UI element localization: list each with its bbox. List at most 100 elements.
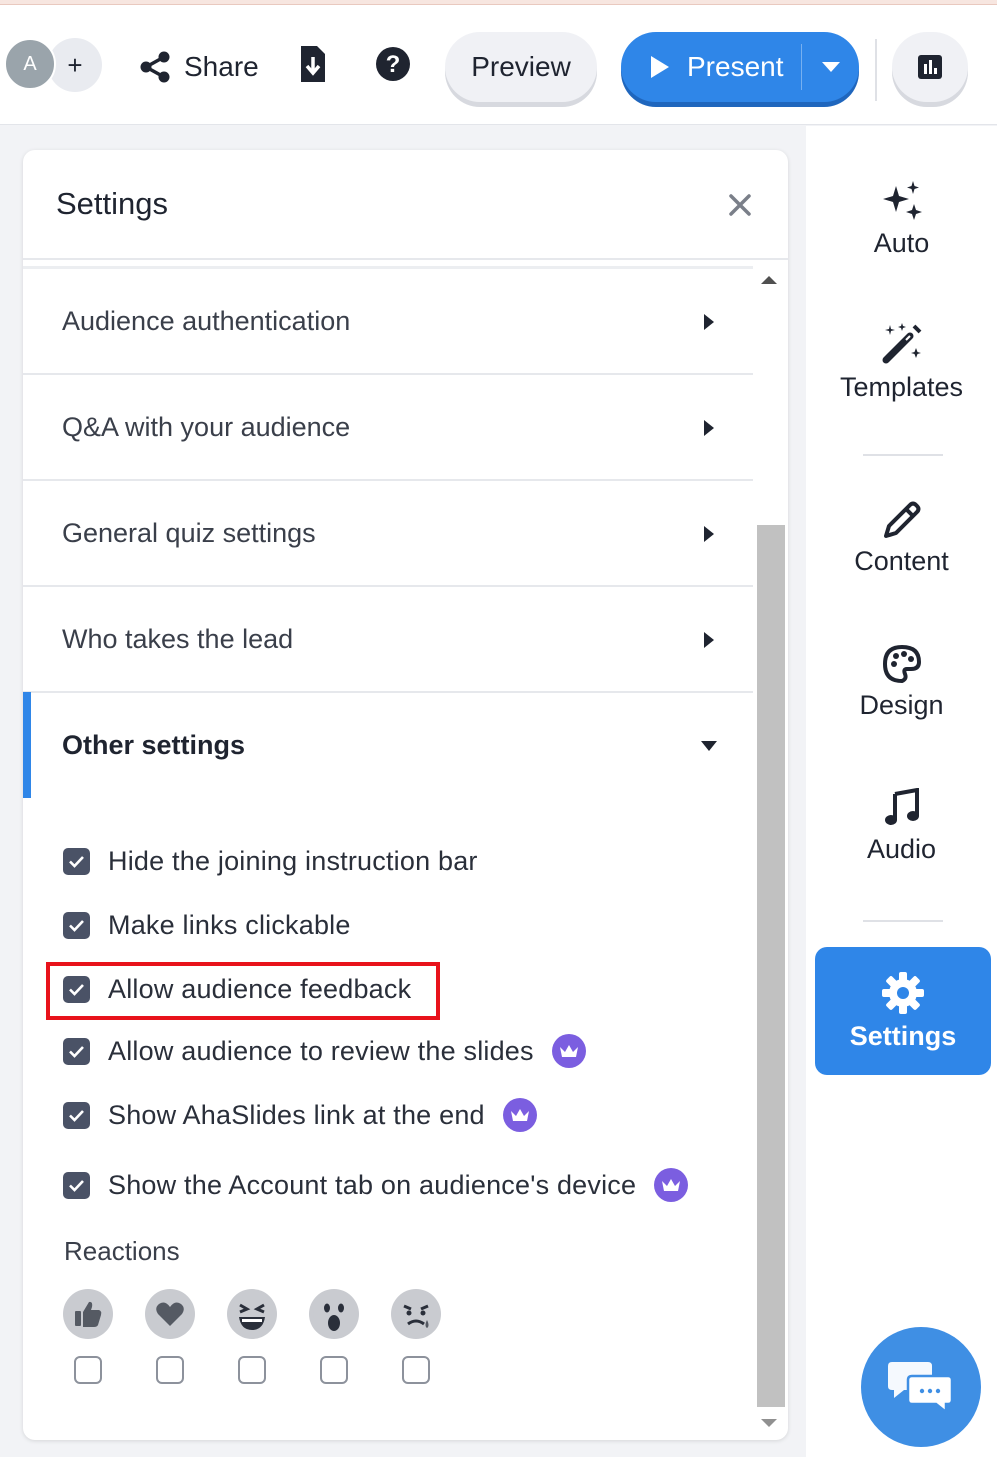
sidebar-divider (863, 920, 943, 922)
thumbs-up-icon (63, 1289, 113, 1339)
check-icon (69, 1179, 84, 1192)
palette-icon (882, 644, 921, 684)
sidebar-item-label: Content (854, 546, 949, 576)
live-chat-button[interactable] (861, 1327, 981, 1447)
option-label: Hide the joining instruction bar (108, 845, 478, 876)
chat-icon (888, 1362, 954, 1415)
caret-down-icon (821, 62, 840, 72)
add-collaborator-button[interactable]: + (48, 38, 102, 92)
option-checkbox[interactable] (63, 1171, 90, 1199)
caret-right-icon (704, 420, 714, 436)
option-show-ahaslides-link: Show AhaSlides link at the end (63, 1095, 537, 1135)
sidebar-item-auto[interactable]: Auto (806, 180, 997, 259)
section-label: Other settings (62, 729, 246, 760)
magic-wand-icon (882, 323, 921, 364)
present-button-group: Present (621, 32, 859, 102)
sidebar-item-label: Settings (849, 1020, 957, 1051)
check-icon (69, 1109, 84, 1122)
reaction-checkbox-heart[interactable] (156, 1356, 184, 1384)
close-icon (729, 194, 751, 216)
section-qa-with-audience[interactable]: Q&A with your audience (23, 375, 753, 481)
premium-crown-icon (551, 1034, 586, 1068)
bar-chart-icon (918, 55, 942, 79)
reaction-checkbox-thumbs-up[interactable] (74, 1356, 102, 1384)
section-general-quiz-settings[interactable]: General quiz settings (23, 481, 753, 587)
sidebar-item-settings[interactable]: Settings (815, 947, 991, 1075)
section-label: Audience authentication (62, 305, 351, 336)
option-show-account-tab: Show the Account tab on audience's devic… (63, 1165, 689, 1205)
sidebar-item-audio[interactable]: Audio (806, 788, 997, 865)
present-button[interactable]: Present (621, 32, 801, 102)
music-note-icon (884, 788, 919, 825)
avatar-initial: A (23, 52, 37, 75)
sidebar-divider (863, 454, 943, 456)
option-label: Allow audience to review the slides (108, 1035, 534, 1066)
help-button[interactable]: ? (375, 46, 411, 82)
sidebar-item-label: Auto (873, 228, 930, 258)
reaction-checkbox-surprised[interactable] (320, 1356, 348, 1384)
option-allow-review-slides: Allow audience to review the slides (63, 1031, 586, 1071)
caret-right-icon (704, 314, 714, 330)
play-icon (651, 56, 669, 78)
sidebar-item-content[interactable]: Content (806, 500, 997, 577)
help-icon: ? (376, 47, 410, 81)
caret-right-icon (704, 526, 714, 542)
section-audience-authentication[interactable]: Audience authentication (23, 269, 753, 375)
sidebar-item-label: Design (859, 690, 944, 720)
check-icon (69, 919, 84, 932)
option-checkbox[interactable] (63, 911, 90, 939)
user-avatar[interactable]: A (4, 38, 56, 90)
share-button[interactable]: Share (138, 45, 259, 89)
check-icon (69, 1045, 84, 1058)
scroll-down-button[interactable] (760, 1415, 778, 1433)
reactions-heading: Reactions (64, 1236, 180, 1266)
close-settings-button[interactable] (725, 190, 755, 220)
download-file-icon (301, 46, 325, 82)
option-label: Show AhaSlides link at the end (108, 1099, 485, 1130)
option-label: Show the Account tab on audience's devic… (108, 1169, 637, 1200)
present-dropdown-button[interactable] (802, 32, 859, 102)
settings-title: Settings (56, 186, 169, 221)
laughing-face-icon (227, 1289, 277, 1339)
section-label: General quiz settings (62, 517, 316, 548)
settings-header: Settings (23, 150, 788, 260)
section-who-takes-the-lead[interactable]: Who takes the lead (23, 587, 753, 693)
sidebar-item-label: Audio (866, 834, 937, 864)
sidebar-item-templates[interactable]: Templates (806, 322, 997, 403)
scroll-up-button[interactable] (760, 272, 778, 290)
section-label: Q&A with your audience (62, 411, 351, 442)
option-checkbox[interactable] (63, 1037, 90, 1065)
heart-icon (145, 1289, 195, 1339)
section-other-settings[interactable]: Other settings (23, 692, 753, 798)
scroll-up-arrow-icon (761, 276, 777, 284)
toolbar-divider (875, 39, 877, 101)
gear-icon (882, 971, 924, 1014)
pencil-icon (883, 501, 920, 538)
option-hide-joining-bar: Hide the joining instruction bar (63, 841, 478, 881)
reaction-checkbox-laughing[interactable] (238, 1356, 266, 1384)
option-checkbox[interactable] (63, 847, 90, 875)
option-label: Make links clickable (108, 909, 351, 940)
option-checkbox[interactable] (63, 1101, 90, 1129)
check-icon (69, 855, 84, 868)
share-label: Share (184, 51, 259, 82)
caret-right-icon (704, 632, 714, 648)
settings-scrollbar-thumb[interactable] (757, 525, 785, 1407)
preview-button[interactable]: Preview (445, 32, 597, 102)
reaction-checkbox-sad[interactable] (402, 1356, 430, 1384)
plus-label: + (67, 49, 83, 80)
download-button[interactable] (297, 42, 329, 86)
preview-label: Preview (471, 51, 571, 82)
present-label: Present (687, 51, 784, 82)
sidebar-item-label: Templates (839, 372, 964, 402)
top-toolbar: + A Share ? Preview Present (0, 5, 997, 125)
sidebar-item-design[interactable]: Design (806, 644, 997, 721)
scroll-down-arrow-icon (761, 1419, 777, 1427)
surprised-face-icon (309, 1289, 359, 1339)
report-button[interactable] (892, 32, 968, 102)
svg-text:?: ? (386, 51, 401, 78)
highlight-annotation-box (46, 962, 440, 1020)
share-icon (140, 51, 170, 83)
sad-face-icon (391, 1289, 441, 1339)
premium-crown-icon (654, 1168, 689, 1202)
